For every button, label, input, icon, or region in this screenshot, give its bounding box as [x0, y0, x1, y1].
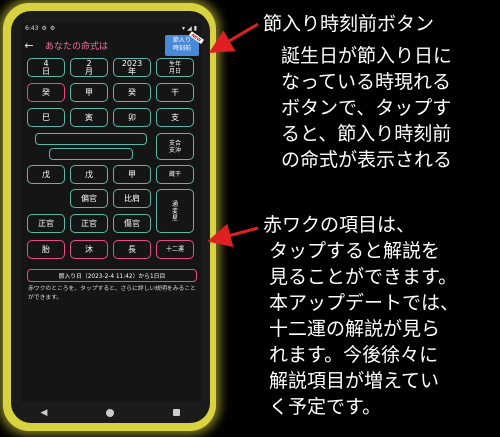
arrow-to-setsu-button — [208, 22, 259, 54]
arrow-to-twelve-label — [207, 223, 259, 247]
annotation-arrows — [207, 22, 259, 247]
